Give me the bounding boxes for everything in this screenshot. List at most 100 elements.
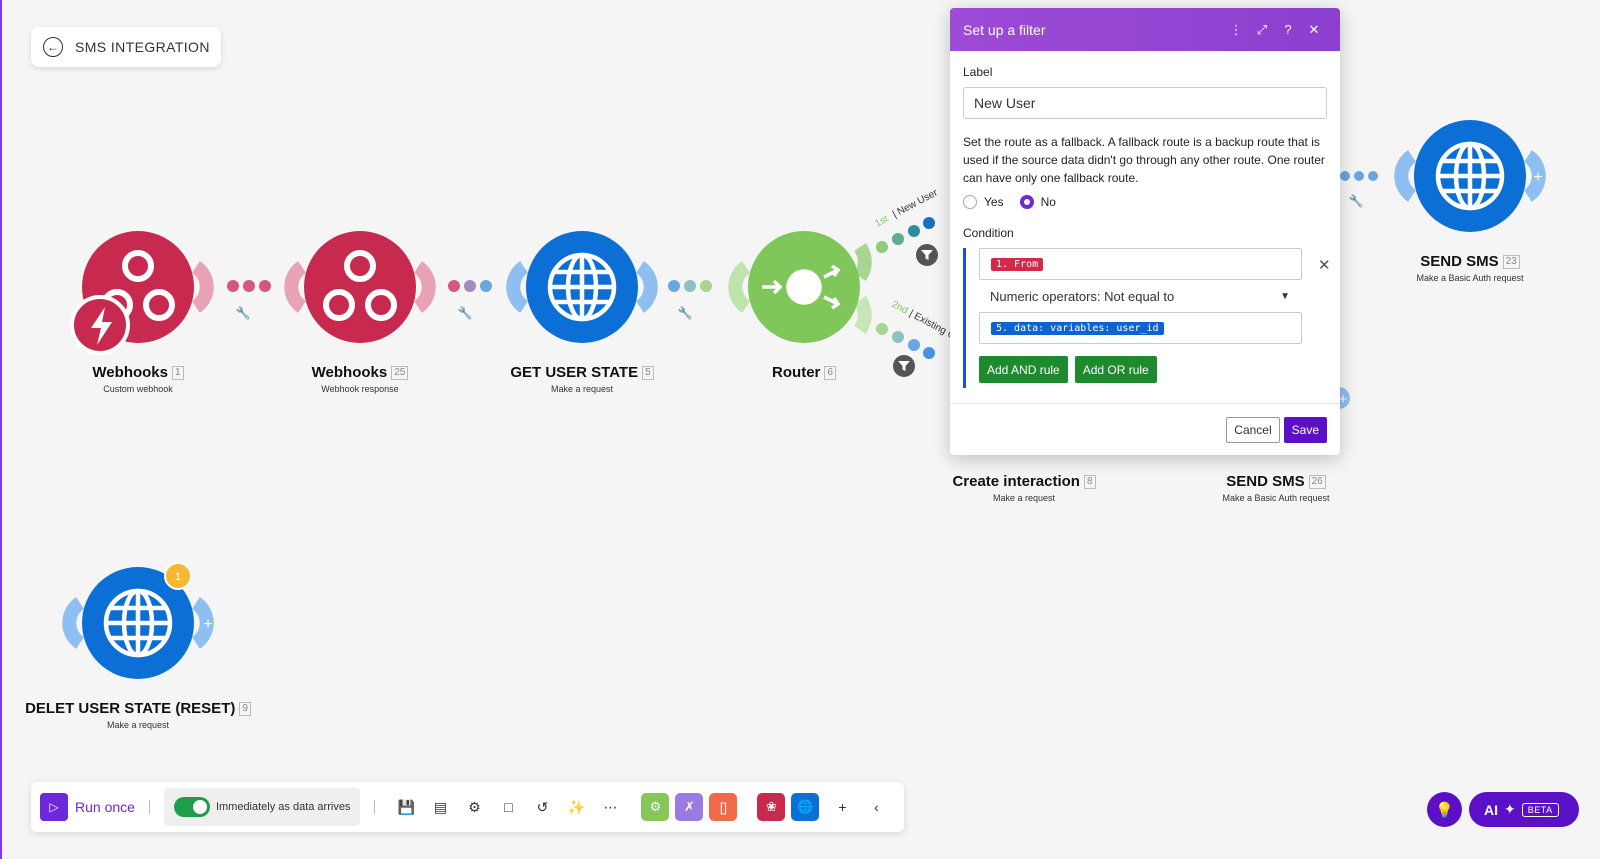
notes-icon[interactable]: □: [491, 790, 525, 824]
tools-app-icon[interactable]: ⚙: [641, 793, 670, 821]
run-once-button[interactable]: ▷ Run once: [40, 793, 135, 821]
fallback-yes-radio[interactable]: Yes: [963, 195, 1004, 209]
operator-select[interactable]: Numeric operators: Not equal to ▼: [979, 280, 1302, 312]
divider: [374, 800, 376, 814]
add-app-icon[interactable]: +: [825, 790, 859, 824]
node-name: Create interaction: [952, 473, 1080, 490]
add-or-rule-button[interactable]: Add OR rule: [1074, 356, 1157, 383]
node-name: GET USER STATE: [510, 364, 639, 381]
scenario-name: SMS INTEGRATION: [75, 39, 210, 55]
fallback-no-radio[interactable]: No: [1019, 195, 1056, 209]
text-parser-icon[interactable]: []: [709, 793, 738, 821]
node-id: 5: [642, 365, 654, 380]
save-button[interactable]: Save: [1283, 416, 1327, 443]
scenario-canvas: 🔧 🔧 🔧 🔧 1st | New User 2nd | Existing Us: [62, 120, 1546, 679]
fallback-radio-group: Yes No: [963, 195, 1327, 209]
ai-assistant-button[interactable]: AI ✦ BETA: [1469, 792, 1579, 827]
close-icon[interactable]: ✕: [1301, 22, 1327, 38]
back-arrow-icon: ←: [43, 37, 63, 57]
node-subtitle: Custom webhook: [103, 384, 173, 394]
send-sms-top-node[interactable]: +: [1394, 120, 1546, 232]
schedule-toggle[interactable]: Immediately as data arrives: [163, 788, 361, 826]
run-once-label: Run once: [75, 799, 135, 815]
add-module-icon[interactable]: +: [203, 616, 212, 633]
condition-right-operand[interactable]: 5. data: variables: user_id: [979, 312, 1302, 344]
http-app-icon[interactable]: 🌐: [791, 793, 820, 821]
beta-badge: BETA: [1521, 802, 1559, 817]
label-input[interactable]: [963, 87, 1327, 119]
dialog-title: Set up a filter: [963, 21, 1046, 38]
back-to-scenarios-button[interactable]: ← SMS INTEGRATION: [31, 27, 221, 67]
svg-text:1st: 1st: [873, 214, 890, 230]
maximize-icon[interactable]: ⤢: [1249, 22, 1275, 38]
data-store-icon[interactable]: ▤: [423, 790, 457, 824]
node-subtitle: Make a Basic Auth request: [1222, 493, 1330, 503]
delete-user-state-node[interactable]: + 1: [62, 562, 214, 679]
undo-icon[interactable]: ↺: [525, 790, 559, 824]
dialog-footer: Cancel Save: [950, 403, 1340, 455]
webhooks-response-node[interactable]: [284, 231, 436, 343]
radio-circle-selected: [1019, 195, 1034, 209]
node-subtitle: Make a request: [550, 384, 614, 394]
connector-webhooks-http: [448, 280, 492, 292]
schedule-label: Immediately as data arrives: [215, 801, 351, 813]
radio-label: No: [1040, 195, 1056, 209]
gear-icon[interactable]: ⚙: [457, 790, 491, 824]
dialog-header: Set up a filter ⋮ ⤢ ? ✕: [950, 8, 1340, 51]
node-id: 23: [1502, 254, 1520, 269]
wrench-icon[interactable]: 🔧: [458, 305, 473, 320]
get-user-state-node[interactable]: [506, 231, 658, 343]
wrench-icon[interactable]: 🔧: [678, 305, 693, 320]
node-name: DELET USER STATE (RESET): [25, 700, 236, 717]
connector-http-router: [668, 280, 712, 292]
condition-caption: Condition: [963, 226, 1014, 240]
lightbulb-icon[interactable]: 💡: [1427, 792, 1462, 827]
node-id: 1: [172, 365, 184, 380]
bottom-toolbar: ▷ Run once Immediately as data arrives 💾…: [31, 782, 904, 832]
mapped-token[interactable]: 5. data: variables: user_id: [991, 321, 1164, 335]
node-subtitle: Webhook response: [321, 384, 399, 394]
radio-circle: [963, 195, 977, 209]
radio-label: Yes: [984, 195, 1004, 209]
more-icon[interactable]: ⋯: [593, 790, 627, 824]
globe-icon: [1435, 141, 1505, 211]
node-label: GET USER STATE 5 Make a request: [462, 364, 702, 394]
filter-dialog: Set up a filter ⋮ ⤢ ? ✕ Label Set the ro…: [950, 8, 1340, 455]
more-options-icon[interactable]: ⋮: [1223, 22, 1249, 38]
node-name: SEND SMS: [1226, 473, 1305, 490]
router-node[interactable]: [728, 231, 872, 343]
node-name: Webhooks: [311, 364, 388, 381]
cancel-button[interactable]: Cancel: [1226, 416, 1280, 443]
connector-webhooks-webhooks: [227, 280, 271, 292]
globe-icon: [103, 588, 173, 658]
help-icon[interactable]: ?: [1275, 22, 1301, 37]
toggle-switch[interactable]: [173, 797, 210, 817]
node-label: Webhooks 25 Webhook response: [240, 364, 480, 394]
save-icon[interactable]: 💾: [389, 790, 423, 824]
webhook-app-icon[interactable]: ❀: [757, 793, 786, 821]
node-subtitle: Make a request: [106, 720, 170, 730]
add-module-icon[interactable]: +: [1533, 169, 1542, 186]
flow-control-icon[interactable]: ✗: [675, 793, 704, 821]
sparkle-icon: ✦: [1504, 801, 1516, 817]
collapse-chevron-icon[interactable]: ‹: [859, 790, 893, 824]
filter-icon[interactable]: [916, 244, 938, 266]
condition-left-operand[interactable]: 1. From: [979, 248, 1302, 280]
webhooks-trigger-node[interactable]: [70, 231, 214, 355]
wrench-icon[interactable]: 🔧: [236, 305, 251, 320]
divider: [148, 800, 150, 814]
remove-condition-icon[interactable]: ✕: [1318, 256, 1331, 274]
wrench-icon[interactable]: 🔧: [1349, 193, 1364, 208]
svg-text:1: 1: [175, 571, 181, 583]
operator-value: Numeric operators: Not equal to: [990, 288, 1175, 304]
node-id: 9: [239, 701, 251, 716]
magic-wand-icon[interactable]: ✨: [559, 790, 593, 824]
play-icon: ▷: [40, 793, 68, 821]
node-id: 6: [824, 365, 836, 380]
mapped-token[interactable]: 1. From: [991, 257, 1044, 271]
condition-group: 1. From Numeric operators: Not equal to …: [963, 248, 1331, 388]
node-name: Router: [772, 364, 821, 381]
node-label: SEND SMS 26 Make a Basic Auth request: [1156, 473, 1396, 503]
add-and-rule-button[interactable]: Add AND rule: [979, 356, 1068, 383]
node-name: Webhooks: [92, 364, 168, 381]
